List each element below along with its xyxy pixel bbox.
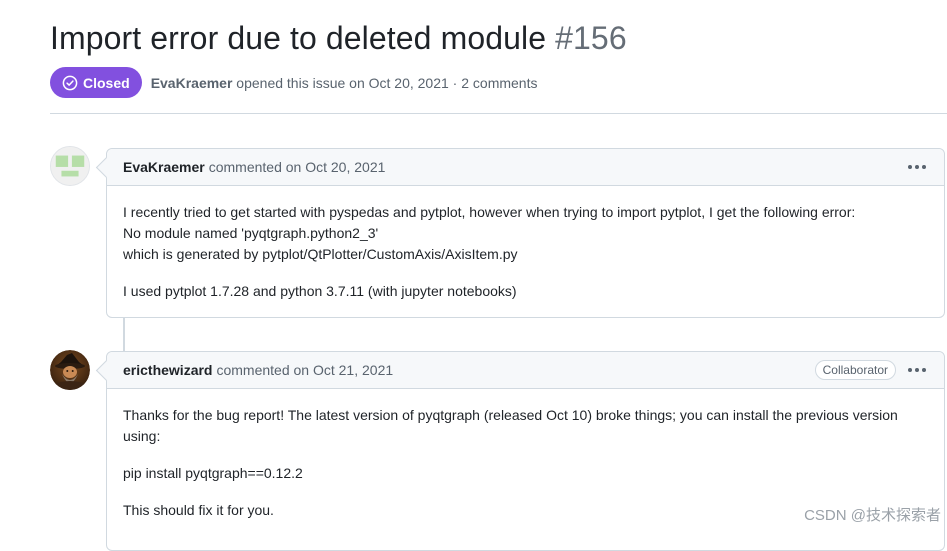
header-divider bbox=[50, 113, 947, 114]
comment-paragraph: I recently tried to get started with pys… bbox=[123, 202, 928, 265]
issue-meta-text: EvaKraemer opened this issue on Oct 20, … bbox=[151, 75, 538, 91]
issue-title-text: Import error due to deleted module bbox=[50, 20, 547, 56]
comment-header: ericthewizard commented on Oct 21, 2021 … bbox=[107, 352, 944, 389]
avatar[interactable] bbox=[50, 146, 90, 186]
comment-paragraph: Thanks for the bug report! The latest ve… bbox=[123, 407, 898, 444]
comment-body: I recently tried to get started with pys… bbox=[107, 186, 944, 302]
comment-header: EvaKraemer commented on Oct 20, 2021 bbox=[107, 149, 944, 186]
identicon-avatar-icon bbox=[51, 147, 89, 185]
comment-line: I recently tried to get started with pys… bbox=[123, 204, 856, 220]
comment-line: No module named 'pyqtgraph.python2_3' bbox=[123, 225, 379, 241]
timeline-connector bbox=[123, 316, 125, 352]
kebab-horizontal-icon[interactable] bbox=[906, 364, 928, 376]
kebab-horizontal-icon[interactable] bbox=[906, 161, 928, 173]
avatar[interactable] bbox=[50, 350, 90, 390]
comment-timestamp[interactable]: commented on Oct 21, 2021 bbox=[216, 362, 393, 378]
issue-number: #156 bbox=[555, 20, 627, 56]
watermark: CSDN @技术探索者 bbox=[804, 507, 941, 524]
issue-title: Import error due to deleted module #156 bbox=[50, 20, 627, 57]
comment-timestamp[interactable]: commented on Oct 20, 2021 bbox=[209, 159, 386, 175]
comment-header-actions bbox=[906, 161, 928, 173]
issue-author-link[interactable]: EvaKraemer bbox=[151, 75, 233, 91]
comment-line: which is generated by pytplot/QtPlotter/… bbox=[123, 246, 518, 262]
check-circle-icon bbox=[62, 75, 78, 90]
wizard-avatar-icon bbox=[50, 350, 90, 390]
issue-meta: Closed EvaKraemer opened this issue on O… bbox=[50, 67, 537, 98]
issue-opened-text: opened this issue on Oct 20, 2021 · 2 co… bbox=[232, 74, 538, 91]
comment-header-actions: Collaborator bbox=[814, 360, 928, 380]
state-label: Closed bbox=[83, 74, 130, 91]
collaborator-badge: Collaborator bbox=[814, 360, 896, 380]
comment-paragraph: I used pytplot 1.7.28 and python 3.7.11 … bbox=[123, 283, 517, 299]
comment-paragraph: pip install pyqtgraph==0.12.2 bbox=[123, 465, 303, 481]
comment-author-link[interactable]: ericthewizard bbox=[123, 362, 212, 378]
comment-card: EvaKraemer commented on Oct 20, 2021 I r… bbox=[106, 148, 945, 318]
comment-body: Thanks for the bug report! The latest ve… bbox=[107, 389, 944, 521]
state-badge: Closed bbox=[50, 67, 142, 98]
comment-author-link[interactable]: EvaKraemer bbox=[123, 159, 205, 175]
